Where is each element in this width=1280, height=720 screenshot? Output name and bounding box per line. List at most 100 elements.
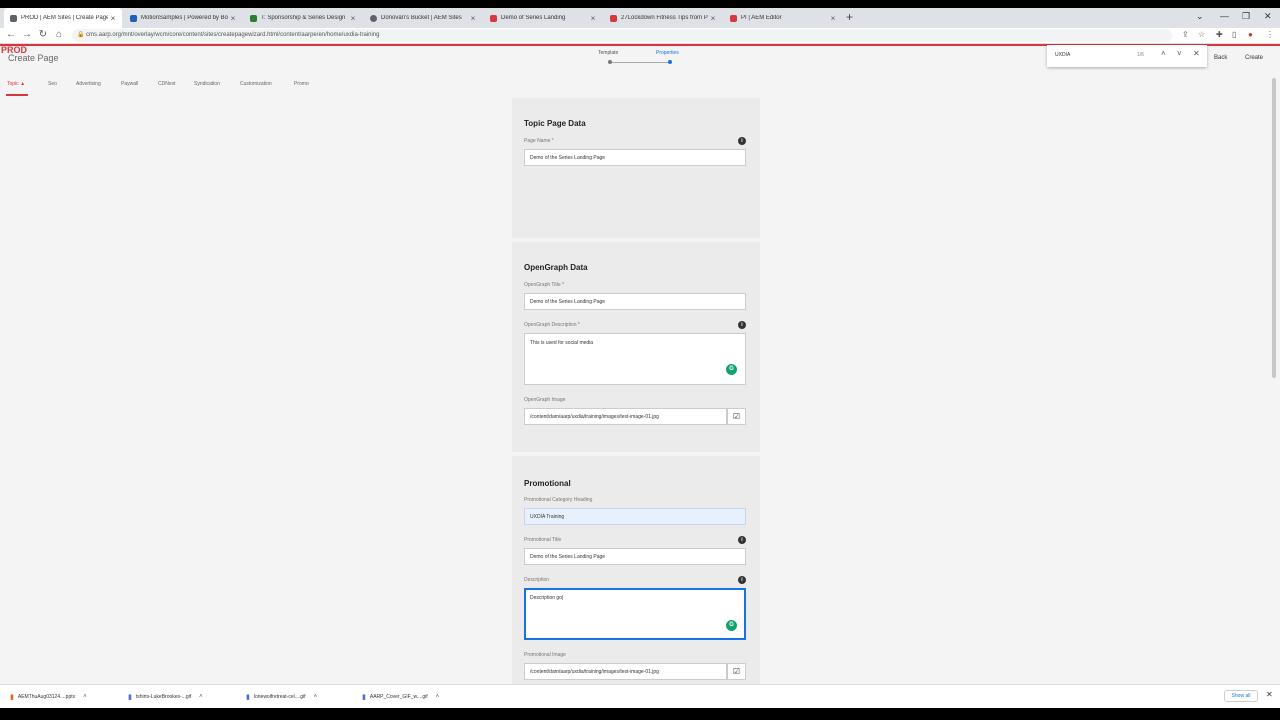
chrome-menu-icon[interactable]: ⋮	[1266, 30, 1274, 39]
tab-promo[interactable]: Promo	[294, 81, 309, 87]
file-icon: ▮	[362, 694, 366, 701]
info-icon[interactable]: i	[738, 576, 746, 584]
og-image-input[interactable]: /content/dam/aarp/uxdia/training/images/…	[524, 408, 727, 425]
field-label: OpenGraph Title *	[524, 282, 565, 288]
home-icon[interactable]: ⌂	[52, 29, 66, 40]
tab-syndication[interactable]: Syndication	[194, 81, 220, 87]
topic-panel: Topic Page Data Page Name * i Demo of th…	[512, 98, 760, 238]
download-item[interactable]: ▮ tshirts-LukeBrookes-...gif ˄	[128, 693, 203, 701]
find-count: 1/6	[1137, 52, 1144, 58]
close-tab-icon[interactable]: ×	[468, 14, 478, 23]
field-label: Page Name *	[524, 138, 554, 144]
sheet-favicon-icon	[250, 14, 257, 22]
browser-tab-lockdown-fitness[interactable]: 27Lockdown Fitness Tips from P ×	[604, 8, 722, 28]
section-title: Promotional	[524, 479, 571, 488]
create-button[interactable]: Create	[1245, 55, 1263, 61]
chevron-up-icon[interactable]: ˄	[83, 694, 87, 700]
download-item[interactable]: ▮ AARP_Cover_GIF_w....gif ˄	[362, 693, 439, 701]
page-title: Create Page	[8, 53, 59, 63]
lock-icon: 🔒	[77, 32, 85, 38]
aem-create-page: PROD Create Page Template Properties UXD…	[0, 44, 1280, 684]
field-label: OpenGraph Image	[524, 397, 566, 403]
browse-image-icon[interactable]: ☑	[727, 408, 746, 425]
browser-tab-demo-series[interactable]: Demo of Series Landing ×	[484, 8, 602, 28]
tab-advertising[interactable]: Advertising	[76, 81, 101, 87]
find-close-icon[interactable]: ✕	[1193, 49, 1200, 58]
step-properties[interactable]: Properties	[656, 50, 679, 56]
file-icon: ▮	[10, 694, 14, 701]
info-icon[interactable]: i	[738, 536, 746, 544]
window-close-icon[interactable]: ✕	[1264, 11, 1272, 22]
tab-cdnext[interactable]: CDNext	[158, 81, 176, 87]
bookmark-star-icon[interactable]: ☆	[1198, 30, 1205, 39]
field-label: Promotional Category Heading	[524, 497, 593, 503]
find-next-icon[interactable]: ˅	[1177, 49, 1182, 58]
reload-icon[interactable]: ↻	[36, 29, 50, 40]
close-shelf-icon[interactable]: ✕	[1266, 690, 1273, 699]
field-label: Promotional Image	[524, 652, 566, 658]
new-tab-icon[interactable]: +	[846, 10, 853, 24]
chevron-up-icon[interactable]: ˄	[436, 694, 440, 700]
og-title-input[interactable]: Demo of the Series Landing Page	[524, 293, 746, 310]
grammarly-icon[interactable]: G	[726, 364, 737, 375]
promo-description-textarea[interactable]: Description go|	[524, 588, 746, 640]
active-tab-indicator	[6, 94, 28, 96]
file-icon: ▮	[246, 694, 250, 701]
profile-avatar-icon[interactable]: ●	[1248, 30, 1253, 39]
find-previous-icon[interactable]: ˄	[1161, 49, 1166, 58]
browser-tab-motionsamples[interactable]: MotionSamples | Powered by Bo ×	[124, 8, 242, 28]
browser-tab-bar: PROD | AEM Sites | Create Page × MotionS…	[0, 8, 1280, 28]
grammarly-icon[interactable]: G	[726, 620, 737, 631]
forward-arrow-icon[interactable]: →	[20, 29, 34, 40]
close-tab-icon[interactable]: ×	[228, 14, 238, 23]
step-dot-template	[608, 60, 612, 64]
address-bar-row: ← → ↻ ⌂ 🔒 cms.aarp.org/mnt/overlay/wcm/c…	[0, 28, 1280, 44]
tab-paywall[interactable]: Paywall	[121, 81, 138, 87]
page-scrollbar[interactable]	[1272, 78, 1276, 378]
share-icon[interactable]: ⇪	[1182, 30, 1189, 39]
close-tab-icon[interactable]: ×	[828, 14, 838, 23]
close-tab-icon[interactable]: ×	[708, 14, 718, 23]
download-shelf: ▮ AEMThuAug03124....pptx ˄ ▮ tshirts-Luk…	[0, 684, 1280, 708]
show-all-button[interactable]: Show all	[1224, 690, 1258, 702]
chevron-up-icon[interactable]: ˄	[314, 694, 318, 700]
minimize-icon[interactable]: —	[1220, 11, 1229, 21]
back-arrow-icon[interactable]: ←	[4, 29, 18, 40]
maximize-icon[interactable]: ❐	[1242, 11, 1250, 22]
browser-tab-sponsorship[interactable]: T: Sponsorship & Series Design ×	[244, 8, 362, 28]
field-label: Promotional Title	[524, 537, 562, 543]
promo-category-input[interactable]: UXDIA Training	[524, 508, 746, 525]
tab-topic[interactable]: Topic ▲	[7, 81, 25, 87]
adobe-icon	[730, 14, 737, 22]
close-tab-icon[interactable]: ×	[588, 14, 598, 23]
close-tab-icon[interactable]: ×	[348, 14, 358, 23]
download-item[interactable]: ▮ lonewolfretreat-cel....gif ˄	[246, 693, 317, 701]
chevron-up-icon[interactable]: ˄	[199, 694, 203, 700]
browser-tab-aem-editor[interactable]: PI | AEM Editor ×	[724, 8, 842, 28]
tab-search-icon[interactable]: ⌄	[1196, 11, 1204, 22]
section-title: OpenGraph Data	[524, 263, 588, 272]
url-input[interactable]: 🔒 cms.aarp.org/mnt/overlay/wcm/core/cont…	[72, 29, 1172, 42]
og-description-textarea[interactable]: This is used for social media	[524, 333, 746, 385]
properties-tab-list: Topic ▲ Seo Advertising Paywall CDNext S…	[0, 79, 500, 93]
sidebar-icon[interactable]: ▯	[1232, 30, 1236, 39]
adobe-icon	[490, 14, 497, 22]
close-tab-icon[interactable]: ×	[108, 14, 118, 23]
browser-tab-donovans-bucket[interactable]: Donovan's Bucket | AEM Sites ×	[364, 8, 482, 28]
motionsamples-favicon-icon	[130, 14, 137, 22]
step-template[interactable]: Template	[598, 50, 618, 56]
tab-customization[interactable]: Customization	[240, 81, 272, 87]
promo-image-input[interactable]: /content/dam/aarp/uxdia/training/images/…	[524, 663, 727, 680]
page-name-input[interactable]: Demo of the Series Landing Page	[524, 149, 746, 166]
promo-title-input[interactable]: Demo of the Series Landing Page	[524, 548, 746, 565]
download-item[interactable]: ▮ AEMThuAug03124....pptx ˄	[10, 693, 87, 701]
tab-seo[interactable]: Seo	[48, 81, 57, 87]
back-button[interactable]: Back	[1214, 55, 1227, 61]
info-icon[interactable]: i	[738, 321, 746, 329]
browse-image-icon[interactable]: ☑	[727, 663, 746, 680]
find-input[interactable]: UXDIA	[1055, 52, 1070, 58]
browser-tab-aem-create-page[interactable]: PROD | AEM Sites | Create Page ×	[4, 8, 122, 28]
properties-form: Topic Page Data Page Name * i Demo of th…	[512, 98, 760, 684]
extensions-icon[interactable]: ✚	[1216, 30, 1223, 39]
info-icon[interactable]: i	[738, 137, 746, 145]
